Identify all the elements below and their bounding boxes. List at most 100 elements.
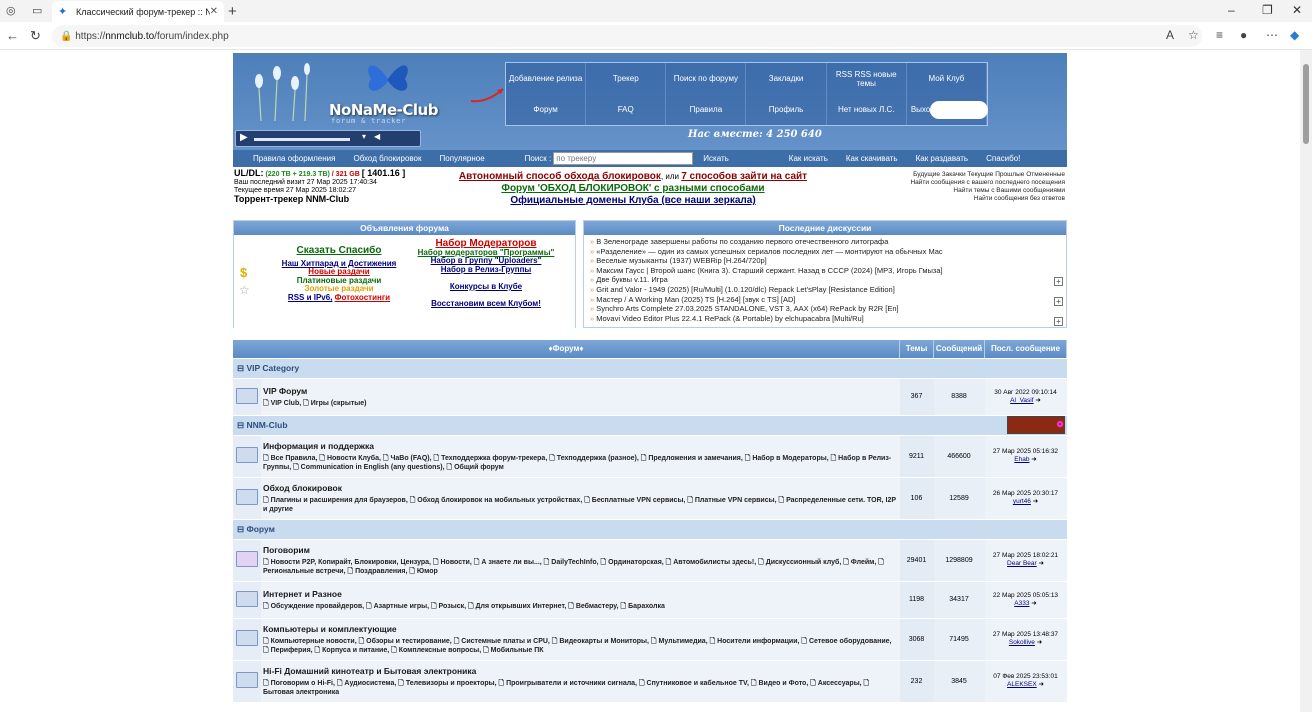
workspaces-icon[interactable]: ◎ (6, 4, 16, 17)
last-post-user[interactable]: Al_Vasif (1010, 397, 1033, 404)
expand-icon[interactable]: + (1054, 317, 1063, 326)
last-post-user[interactable]: Dear Bear (1007, 560, 1037, 567)
last-post-user[interactable]: yurt46 (1013, 498, 1031, 505)
forum-title[interactable]: Интернет и Разное (263, 589, 898, 599)
last-post-user[interactable]: ALEKSEX (1007, 681, 1037, 688)
radio-player[interactable]: ▶ ▾ ◀ (235, 130, 421, 147)
subforums[interactable]: 🗋 Плагины и расширения для браузеров, 🗋 … (263, 496, 898, 514)
copilot-icon[interactable]: ◆ (1290, 28, 1299, 42)
go-to-post-icon[interactable]: ➜ (1031, 600, 1036, 607)
more-menu-icon[interactable]: ⋯ (1266, 28, 1278, 42)
page-scrollbar[interactable] (1300, 50, 1312, 712)
link-restore-club[interactable]: Восстановим всем Клубом! (431, 299, 541, 308)
go-to-post-icon[interactable]: ➜ (1038, 560, 1043, 567)
subnav-how-search[interactable]: Как искать (789, 154, 828, 163)
unanswered-link[interactable]: Найти сообщения без ответов (910, 195, 1065, 203)
url-field[interactable]: 🔒 https://nnmclub.to/forum/index.php (52, 25, 1202, 47)
read-aloud-icon[interactable]: A (1166, 28, 1174, 42)
discussion-item[interactable]: Максим Гаусс | Второй шанс (Книга 3). Ст… (590, 266, 1060, 276)
back-icon[interactable]: ← (6, 28, 19, 43)
subnav-how-download[interactable]: Как скачивать (846, 154, 898, 163)
player-progress[interactable] (254, 138, 350, 141)
discussion-item[interactable]: В Зеленограде завершены работы по создан… (590, 237, 1060, 247)
menu-rules[interactable]: Правила (666, 94, 747, 125)
tab-actions-icon[interactable]: ▭ (32, 4, 42, 17)
last-post-user[interactable]: Ehab (1014, 456, 1029, 463)
link-autonomous-bypass[interactable]: Автономный способ обхода блокировок (459, 171, 661, 182)
discussion-item[interactable]: «Разделение» — один из самых успешных се… (590, 247, 1060, 257)
favorites-icon[interactable]: ≡ (1216, 28, 1223, 42)
expand-icon[interactable]: + (1054, 297, 1063, 306)
link-bypass-forum[interactable]: Форум 'ОБХОД БЛОКИРОВОК' с разными спосо… (501, 183, 764, 194)
forum-title[interactable]: Обход блокировок (263, 483, 898, 493)
scroll-thumb[interactable] (1303, 64, 1309, 144)
go-to-post-icon[interactable]: ➜ (1031, 456, 1036, 463)
forum-title[interactable]: Hi-Fi Домашний кинотеатр и Бытовая элект… (263, 666, 898, 676)
favorite-star-icon[interactable]: ☆ (1188, 28, 1199, 42)
forum-title[interactable]: VIP Форум (263, 386, 898, 396)
menu-faq[interactable]: FAQ (586, 94, 667, 125)
last-post-user[interactable]: Sokollive (1009, 639, 1035, 646)
discussion-item[interactable]: Веселые музыканты (1937) WEBRip [H.264/7… (590, 256, 1060, 266)
link-7-ways[interactable]: 7 способов зайти на сайт (681, 171, 807, 182)
category-forum[interactable]: ⊟ Форум (233, 519, 900, 540)
new-posts-link[interactable]: Найти сообщения с вашего последнего посе… (910, 179, 1065, 187)
chevron-down-icon[interactable]: ▾ (362, 132, 366, 141)
go-to-post-icon[interactable]: ➜ (1033, 498, 1038, 505)
volume-icon[interactable]: ◀ (374, 132, 380, 141)
menu-tracker[interactable]: Трекер (586, 63, 667, 94)
discussion-item[interactable]: Мастер / A Working Man (2025) TS [H.264]… (590, 295, 1060, 305)
subnav-thanks[interactable]: Спасибо! (986, 154, 1020, 163)
category-vip[interactable]: ⊟ VIP Category (233, 358, 900, 379)
menu-add-release[interactable]: Добавление релиза (506, 63, 587, 94)
forum-title[interactable]: Компьютеры и комплектующие (263, 624, 898, 634)
link-rss-ipv6[interactable]: RSS и IPv6, (288, 293, 333, 302)
forum-title[interactable]: Поговорим (263, 545, 898, 555)
go-to-post-icon[interactable]: ➜ (1037, 639, 1042, 646)
subforums[interactable]: 🗋 Новости P2P, Копирайт, Блокировки, Цен… (263, 558, 898, 576)
discussion-item[interactable]: Movavi Video Editor Plus 22.4.1 RePack (… (590, 314, 1060, 324)
menu-messages[interactable]: Нет новых Л.С. (827, 94, 907, 125)
restore-icon[interactable]: ❐ (1262, 3, 1273, 17)
downloads-links[interactable]: Будущие Закачки Текущие Прошлые Отмененн… (910, 171, 1065, 179)
minimize-icon[interactable]: – (1228, 3, 1235, 17)
subforums[interactable]: 🗋 Компьютерные новости, 🗋 Обзоры и тести… (263, 637, 898, 655)
link-release-groups[interactable]: Набор в Релиз-Группы (441, 265, 532, 274)
close-icon[interactable]: ✕ (210, 6, 218, 17)
subnav-how-seed[interactable]: Как раздавать (916, 154, 969, 163)
subnav-rules[interactable]: Правила оформления (253, 154, 335, 163)
menu-forum[interactable]: Форум (506, 94, 587, 125)
subforums[interactable]: 🗋 Поговорим о Hi-Fi, 🗋 Аудиосистема, 🗋 Т… (263, 679, 898, 697)
menu-my-club[interactable]: Мой Клуб (907, 63, 987, 94)
link-official-domains[interactable]: Официальные домены Клуба (все наши зерка… (510, 195, 755, 206)
menu-profile[interactable]: Профиль (746, 94, 827, 125)
profile-avatar-icon[interactable]: ● (1240, 28, 1247, 42)
discussion-item[interactable]: Grit and Valor - 1949 (2025) [Ru/Multi] … (590, 285, 1060, 295)
subforums[interactable]: 🗋 Обсуждение провайдеров, 🗋 Азартные игр… (263, 602, 898, 611)
discussion-item[interactable]: Synchro Arts Complete 27.03.2025 STANDAL… (590, 304, 1060, 314)
browser-tab[interactable]: ✦ Классический форум-трекер :: N ✕ (52, 1, 224, 22)
search-button[interactable]: Искать (703, 154, 729, 163)
menu-forum-search[interactable]: Поиск по форуму (666, 63, 747, 94)
subforums[interactable]: 🗋 Все Правила, 🗋 Новости Клуба, 🗋 ЧаВо (… (263, 454, 898, 472)
new-tab-icon[interactable]: + (228, 3, 237, 20)
window-close-icon[interactable]: ✕ (1292, 3, 1302, 17)
menu-rss[interactable]: RSS RSS новые темы (827, 63, 907, 94)
forum-title[interactable]: Информация и поддержка (263, 441, 898, 451)
my-topics-link[interactable]: Найти темы с Вашими сообщениями (910, 187, 1065, 195)
link-say-thanks[interactable]: Сказать Спасибо (264, 246, 414, 256)
refresh-icon[interactable]: ↻ (30, 28, 41, 44)
search-input[interactable] (553, 152, 694, 165)
play-icon[interactable]: ▶ (240, 132, 248, 143)
link-photohosting[interactable]: Фотохостинги (335, 293, 390, 302)
last-post-user[interactable]: A333 (1014, 600, 1029, 607)
subnav-popular[interactable]: Популярное (440, 154, 485, 163)
link-contests[interactable]: Конкурсы в Клубе (450, 282, 522, 291)
category-nnm-club[interactable]: ⊟ NNM-Club (233, 415, 900, 436)
menu-bookmarks[interactable]: Закладки (746, 63, 827, 94)
discussion-item[interactable]: Две буквы v.11. Игра (590, 275, 1060, 285)
go-to-post-icon[interactable]: ➜ (1039, 681, 1044, 688)
subnav-bypass[interactable]: Обход блокировок (353, 154, 421, 163)
go-to-post-icon[interactable]: ➜ (1035, 397, 1040, 404)
expand-icon[interactable]: + (1054, 277, 1063, 286)
